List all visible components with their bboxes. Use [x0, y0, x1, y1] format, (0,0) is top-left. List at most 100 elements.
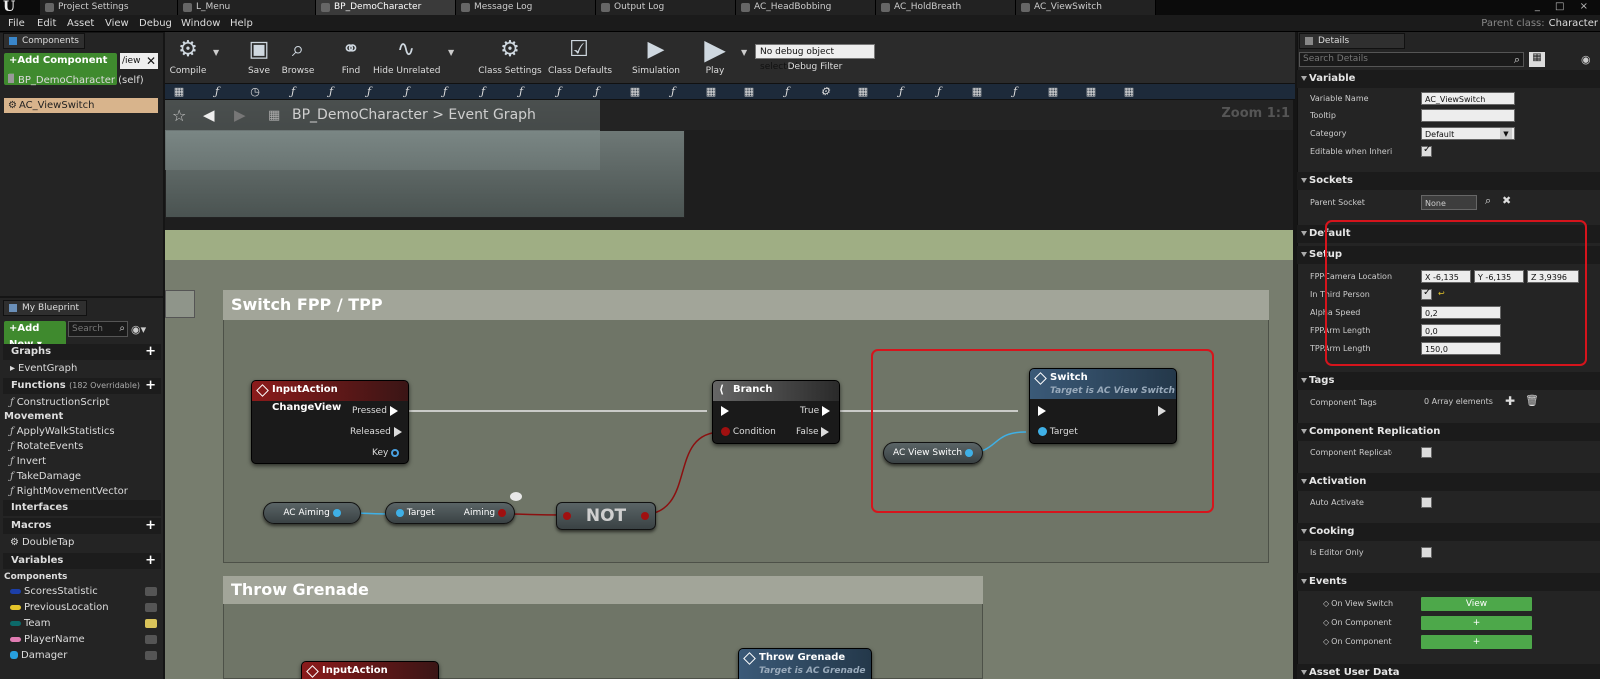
- breadcrumb-leaf[interactable]: Event Graph: [448, 107, 536, 123]
- star-icon[interactable]: ☆: [172, 106, 186, 125]
- pin-released[interactable]: Released: [350, 426, 402, 438]
- tpparm-length-input[interactable]: 150,0: [1421, 342, 1501, 355]
- on-component-a-label: ◇ On Component A: [1323, 618, 1393, 627]
- in-third-person-checkbox[interactable]: [1421, 287, 1432, 300]
- object-pin-icon: [965, 448, 973, 457]
- auto-activate-checkbox[interactable]: [1421, 497, 1432, 508]
- struct-pin-icon: [391, 448, 400, 457]
- fpparm-length-label: FPPArm Length: [1310, 326, 1371, 335]
- section-setup[interactable]: Setup: [1297, 246, 1600, 264]
- object-pin-icon: [332, 508, 341, 517]
- alpha-speed-input[interactable]: 0,2: [1421, 306, 1501, 319]
- bool-pin-icon: [641, 512, 649, 520]
- pin-exec-out[interactable]: [1158, 405, 1166, 417]
- pin-condition[interactable]: Condition: [721, 426, 776, 438]
- section-sockets[interactable]: Sockets: [1297, 172, 1600, 190]
- section-tags[interactable]: Tags: [1297, 372, 1600, 390]
- exec-pin-icon: [393, 426, 402, 437]
- category-select[interactable]: Default ▼: [1421, 127, 1515, 140]
- pin-true[interactable]: True: [800, 405, 830, 417]
- on-view-switched-label: ◇On View Switched: [1323, 599, 1393, 608]
- node-header: ⟨ Branch: [713, 381, 839, 401]
- aiming-output-pin[interactable]: Aiming: [464, 503, 506, 523]
- parent-socket-label: Parent Socket: [1310, 198, 1365, 207]
- section-asset-user-data[interactable]: Asset User Data: [1297, 664, 1600, 679]
- in-third-person-label: In Third Person: [1310, 290, 1370, 299]
- event-icon: ◇: [1323, 618, 1330, 627]
- clear-icon[interactable]: ✖: [1502, 194, 1511, 207]
- object-pin-icon: [396, 508, 404, 517]
- pin-pressed[interactable]: Pressed: [352, 405, 398, 417]
- editable-label: Editable when Inherite: [1310, 147, 1392, 156]
- section-variable[interactable]: Variable: [1297, 70, 1600, 88]
- fpparm-length-input[interactable]: 0,0: [1421, 324, 1501, 337]
- pin-false[interactable]: False: [796, 426, 830, 438]
- is-editor-only-label: Is Editor Only: [1310, 548, 1364, 557]
- fpp-y-input[interactable]: Y -6,135: [1474, 270, 1524, 283]
- details-icon: [1305, 37, 1313, 45]
- variable-name-label: Variable Name: [1310, 94, 1369, 103]
- forward-arrow-icon[interactable]: ▶: [234, 106, 246, 124]
- node-throw-grenade[interactable]: Throw Grenade Target is AC Grenade: [738, 648, 872, 679]
- branch-icon: ⟨: [719, 383, 725, 396]
- pin-key[interactable]: Key: [372, 447, 400, 459]
- auto-activate-label: Auto Activate: [1310, 498, 1364, 507]
- section-component-replication[interactable]: Component Replication: [1297, 423, 1600, 441]
- cursor-icon: [510, 492, 522, 501]
- tpparm-length-label: TPPArm Length: [1310, 344, 1371, 353]
- event-icon: [256, 384, 269, 397]
- breadcrumb-root[interactable]: BP_DemoCharacter: [292, 107, 428, 123]
- node-header: Switch Target is AC View Switch: [1030, 369, 1176, 399]
- node-not[interactable]: NOT: [556, 502, 656, 530]
- component-replicates-label: Component Replicates: [1310, 448, 1392, 457]
- node-inputaction-grenade[interactable]: InputAction Grenade: [301, 661, 439, 679]
- node-header: InputAction Grenade: [302, 662, 438, 679]
- add-component-a-event-button[interactable]: +: [1421, 616, 1532, 630]
- bool-pin-icon: [498, 508, 506, 517]
- eye-icon[interactable]: ◉: [1581, 53, 1591, 66]
- section-cooking[interactable]: Cooking: [1297, 523, 1600, 541]
- variable-name-input[interactable]: AC_ViewSwitch: [1421, 92, 1515, 105]
- section-activation[interactable]: Activation: [1297, 473, 1600, 491]
- is-editor-only-checkbox[interactable]: [1421, 547, 1432, 558]
- details-search-input[interactable]: Search Details ⌕: [1299, 52, 1524, 67]
- node-aiming-property[interactable]: Target Aiming: [385, 502, 515, 524]
- on-component-d-label: ◇On Component D: [1323, 637, 1393, 646]
- function-call-icon: [743, 652, 756, 665]
- pin-exec-in[interactable]: [1038, 405, 1046, 417]
- parent-socket-field[interactable]: None: [1421, 195, 1477, 210]
- details-tab[interactable]: Details: [1299, 33, 1405, 49]
- section-events[interactable]: Events: [1297, 573, 1600, 591]
- event-icon: ◇: [1323, 599, 1330, 608]
- fpp-x-input[interactable]: X -6,135: [1421, 270, 1471, 283]
- pin-exec-in[interactable]: [721, 405, 729, 417]
- tooltip-input[interactable]: [1421, 109, 1515, 122]
- back-arrow-icon[interactable]: ◀: [203, 106, 215, 124]
- event-icon: ◇: [1323, 637, 1330, 646]
- component-tags-count: 0 Array elements: [1424, 397, 1493, 406]
- breadcrumb: BP_DemoCharacter > Event Graph: [292, 107, 536, 123]
- fpp-z-input[interactable]: Z 3,9396: [1527, 270, 1579, 283]
- section-default[interactable]: Default: [1297, 225, 1600, 243]
- grid-view-icon[interactable]: ▦: [1529, 52, 1545, 67]
- search-icon: ⌕: [1513, 53, 1520, 66]
- reset-icon[interactable]: ↩: [1438, 289, 1445, 298]
- editable-checkbox[interactable]: [1421, 144, 1432, 157]
- view-event-button[interactable]: View: [1421, 597, 1532, 611]
- fppcamera-location-label: FPPCamera Location: [1310, 272, 1392, 281]
- function-call-icon: [1034, 372, 1047, 385]
- add-element-icon[interactable]: ✚: [1505, 394, 1515, 408]
- component-replicates-checkbox[interactable]: [1421, 447, 1432, 458]
- pin-target[interactable]: Target: [1038, 426, 1078, 438]
- trash-icon[interactable]: 🗑: [1525, 394, 1539, 407]
- category-label: Category: [1310, 129, 1347, 138]
- node-ac-aiming-getter[interactable]: AC Aiming: [263, 502, 361, 524]
- search-icon[interactable]: ⌕: [1485, 194, 1491, 208]
- bool-pin-icon: [563, 512, 571, 520]
- object-pin-icon: [1038, 427, 1047, 436]
- node-ac-view-switch-getter[interactable]: AC View Switch: [883, 442, 983, 464]
- chevron-down-icon: ▼: [1500, 128, 1512, 139]
- exec-pin-icon: [1038, 405, 1046, 416]
- exec-pin-icon: [389, 405, 398, 416]
- add-component-d-event-button[interactable]: +: [1421, 635, 1532, 649]
